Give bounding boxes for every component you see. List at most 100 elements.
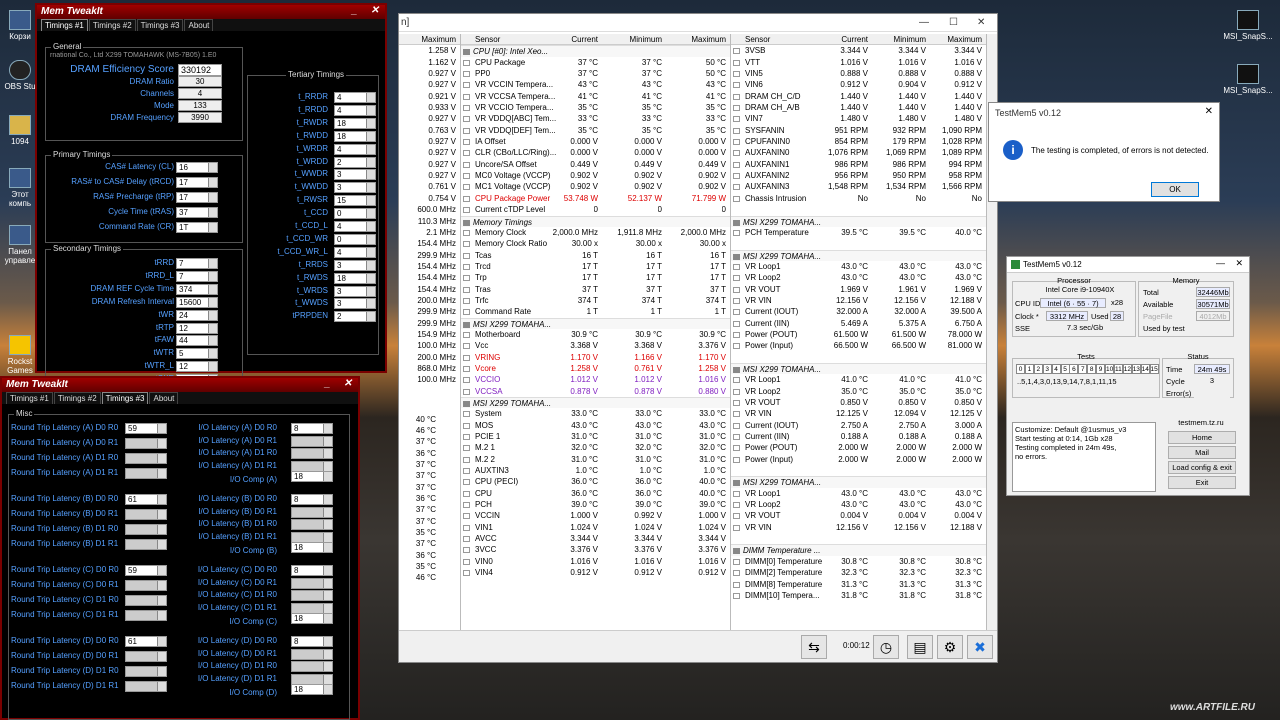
sensor-group-header[interactable]: MSI X299 TOMAHA... (731, 476, 986, 488)
sensor-row[interactable]: MC1 Voltage (VCCP) 0.902 V 0.902 V 0.902 V (461, 181, 730, 192)
primary-value[interactable]: 17 (176, 177, 218, 188)
io-latency-value[interactable] (291, 435, 333, 447)
io-latency-value[interactable]: 8 (291, 636, 333, 647)
chevron-down-icon[interactable] (366, 312, 375, 322)
chevron-down-icon[interactable] (323, 578, 332, 588)
sensor-row[interactable]: PCH 39.0 °C 39.0 °C 39.0 °C (461, 499, 730, 510)
chevron-down-icon[interactable] (208, 297, 217, 307)
sensor-row[interactable]: Uncore/SA Offset 0.449 V 0.449 V 0.449 V (461, 159, 730, 170)
minimize-icon[interactable]: — (1216, 258, 1225, 268)
round-trip-value[interactable] (125, 666, 167, 677)
chevron-down-icon[interactable] (157, 424, 166, 433)
chevron-down-icon[interactable] (366, 93, 375, 102)
chevron-down-icon[interactable] (157, 454, 166, 463)
io-comp-value[interactable]: 18 (291, 542, 333, 553)
network-button[interactable]: ⇆ (801, 635, 827, 659)
chevron-down-icon[interactable] (366, 234, 375, 244)
sensor-row[interactable]: VIN6 0.912 V 0.904 V 0.912 V (731, 79, 986, 90)
minimize-icon[interactable]: _ (351, 5, 357, 16)
tertiary-value[interactable]: 3 (334, 259, 376, 271)
sensor-row[interactable]: AUXFANIN1 986 RPM 986 RPM 994 RPM (731, 159, 986, 170)
column-header-sensor[interactable]: Sensor (745, 34, 831, 45)
sensor-row[interactable]: 3VSB 3.344 V 3.344 V 3.344 V (731, 45, 986, 56)
close-icon[interactable]: ✕ (371, 5, 379, 16)
column-header-current[interactable]: Current (571, 34, 598, 45)
io-latency-value[interactable] (291, 590, 333, 602)
tab-about[interactable]: About (184, 19, 214, 31)
sensor-row[interactable]: Power (Input) 66.500 W 66.500 W 81.000 W (731, 340, 986, 351)
round-trip-value[interactable]: 59 (125, 423, 167, 434)
chevron-down-icon[interactable] (323, 495, 332, 504)
desktop-icon-folder[interactable]: 1094 (2, 115, 38, 146)
sensor-row[interactable]: Current (IIN) 5.469 A 5.375 A 6.750 A (731, 318, 986, 329)
chevron-down-icon[interactable] (366, 118, 375, 128)
sensor-row[interactable]: IA Offset 0.000 V 0.000 V 0.000 V (461, 136, 730, 147)
desktop-icon-computer[interactable]: Этот компь (2, 168, 38, 208)
chevron-down-icon[interactable] (366, 196, 375, 206)
close-icon[interactable]: ✕ (1235, 258, 1243, 269)
chevron-down-icon[interactable] (323, 461, 332, 471)
secondary-value[interactable]: 7 (176, 258, 218, 269)
sensor-row[interactable]: DIMM[10] Tempera... 31.8 °C 31.8 °C 31.8 °C (731, 590, 986, 601)
chevron-down-icon[interactable] (157, 637, 166, 646)
sensor-row[interactable]: VIN5 0.888 V 0.888 V 0.888 V (731, 68, 986, 79)
chevron-down-icon[interactable] (323, 520, 332, 530)
minimize-icon[interactable]: _ (324, 378, 330, 389)
secondary-value[interactable]: 15600 (176, 296, 218, 308)
sensor-row[interactable]: M.2 1 32.0 °C 32.0 °C 32.0 °C (461, 442, 730, 453)
chevron-down-icon[interactable] (208, 323, 217, 333)
sensor-row[interactable]: CPU Package Power 53.748 W 52.137 W 71.799 … (461, 193, 730, 204)
secondary-value[interactable]: 24 (176, 309, 218, 321)
sensor-row[interactable]: Vcore 1.258 V 0.761 V 1.258 V (461, 363, 730, 374)
chevron-down-icon[interactable] (366, 183, 375, 193)
chevron-down-icon[interactable] (208, 271, 217, 281)
tertiary-value[interactable]: 2 (334, 311, 376, 323)
sensor-group-header[interactable]: MSI X299 TOMAHA... (731, 215, 986, 227)
chevron-down-icon[interactable] (323, 507, 332, 517)
tertiary-value[interactable]: 18 (334, 272, 376, 284)
tab-timings3[interactable]: Timings #3 (101, 392, 149, 404)
column-header-maximum[interactable]: Maximum (691, 34, 726, 45)
secondary-value[interactable]: 12 (176, 361, 218, 373)
sensor-row[interactable]: DIMM[2] Temperature 32.3 °C 32.3 °C 32.3 °C (731, 567, 986, 578)
desktop-icon-snap1[interactable]: MSI_SnapS... (1218, 10, 1278, 41)
tertiary-value[interactable]: 0 (334, 208, 376, 220)
chevron-down-icon[interactable] (323, 566, 332, 575)
secondary-value[interactable]: 5 (176, 348, 218, 360)
sensor-row[interactable]: VR VIN 12.156 V 12.156 V 12.188 V (731, 522, 986, 533)
dialog-close-icon[interactable]: ✕ (1205, 106, 1213, 117)
chevron-down-icon[interactable] (157, 611, 166, 620)
desktop-icon-rockstar[interactable]: Rockst Games (2, 335, 38, 375)
sensor-group-header[interactable]: MSI X299 TOMAHA... (461, 397, 730, 409)
chevron-down-icon[interactable] (208, 208, 217, 217)
home-button[interactable]: Home (1168, 431, 1236, 444)
io-latency-value[interactable]: 8 (291, 565, 333, 576)
sensor-row[interactable]: CLR (CBo/LLC/Ring)... 0.000 V 0.000 V 0.000… (461, 147, 730, 158)
ok-button[interactable]: OK (1151, 182, 1199, 197)
sensor-group-header[interactable]: DIMM Temperature ... (731, 544, 986, 556)
tab-timings1[interactable]: Timings #1 (6, 392, 53, 404)
sensor-row[interactable]: DRAM CH_C/D 1.440 V 1.440 V 1.440 V (731, 91, 986, 102)
sensor-group-header[interactable]: MSI X299 TOMAHA... (731, 362, 986, 375)
round-trip-value[interactable] (125, 681, 167, 692)
sensor-row[interactable]: VCCIO 1.012 V 1.012 V 1.016 V (461, 374, 730, 385)
chevron-down-icon[interactable] (323, 637, 332, 646)
io-latency-value[interactable] (291, 661, 333, 673)
secondary-value[interactable]: 7 (176, 270, 218, 282)
general-value[interactable]: 4 (178, 88, 222, 99)
tertiary-value[interactable]: 18 (334, 130, 376, 142)
sensor-row[interactable]: Power (POUT) 2.000 W 2.000 W 2.000 W (731, 442, 986, 453)
sensor-row[interactable]: AUXFANIN3 1,548 RPM 1,534 RPM 1,566 RPM (731, 181, 986, 192)
tertiary-value[interactable]: 4 (334, 143, 376, 155)
chevron-down-icon[interactable] (157, 469, 166, 478)
chevron-down-icon[interactable] (323, 436, 332, 446)
sensor-row[interactable]: VR VOUT 0.004 V 0.004 V 0.004 V (731, 510, 986, 521)
chevron-down-icon[interactable] (157, 581, 166, 590)
tab-timings1[interactable]: Timings #1 (41, 19, 88, 31)
sensor-row[interactable]: Motherboard 30.9 °C 30.9 °C 30.9 °C (461, 329, 730, 340)
chevron-down-icon[interactable] (323, 591, 332, 601)
round-trip-value[interactable] (125, 453, 167, 464)
settings-button[interactable]: ⚙ (937, 635, 963, 659)
sensor-row[interactable]: VIN0 1.016 V 1.016 V 1.016 V (461, 556, 730, 567)
exit-button[interactable]: Exit (1168, 476, 1236, 489)
